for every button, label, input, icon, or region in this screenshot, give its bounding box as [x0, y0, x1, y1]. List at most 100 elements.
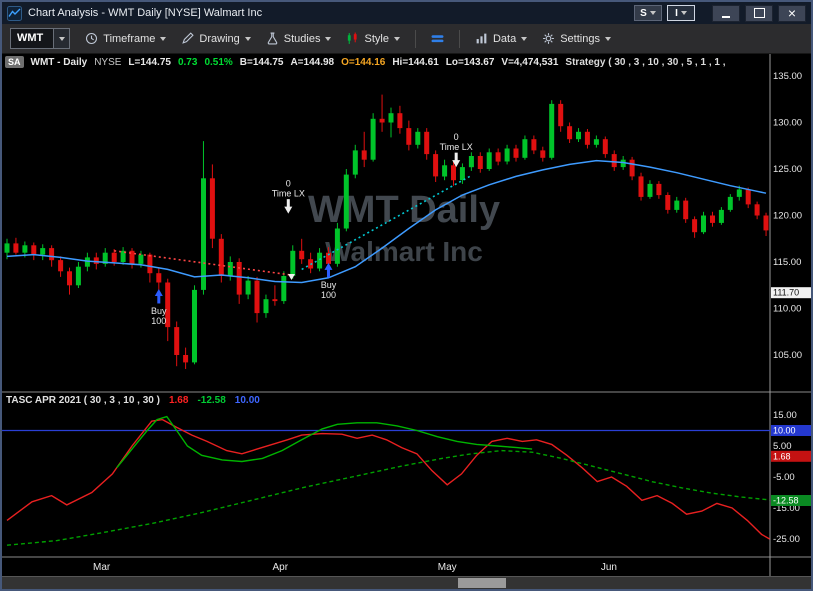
- svg-text:100: 100: [321, 290, 336, 300]
- toolbar-separator: [458, 29, 460, 48]
- svg-text:125.00: 125.00: [773, 164, 802, 175]
- titlebar[interactable]: Chart Analysis - WMT Daily [NYSE] Walmar…: [2, 2, 811, 24]
- quote-high: Hi=144.61: [392, 56, 439, 68]
- indicator-header[interactable]: TASC APR 2021 ( 30 , 3 , 10 , 30 ) 1.68 …: [6, 395, 260, 406]
- close-button[interactable]: ×: [778, 4, 806, 22]
- svg-text:Mar: Mar: [93, 562, 111, 573]
- symbol-value: WMT: [17, 32, 44, 44]
- settings-menu[interactable]: Settings: [542, 32, 611, 45]
- price-marker-tag: 111.70: [771, 287, 811, 299]
- studies-menu[interactable]: Studies: [266, 32, 332, 45]
- svg-text:May: May: [438, 562, 457, 573]
- svg-text:10.00: 10.00: [773, 426, 796, 436]
- style-label: Style: [364, 32, 389, 45]
- svg-text:105.00: 105.00: [773, 350, 802, 361]
- timeframe-menu[interactable]: Timeframe: [85, 32, 167, 45]
- buy-marker: Buy100: [321, 262, 337, 300]
- svg-text:135.00: 135.00: [773, 71, 802, 82]
- indicator-value-badges: 10.00 1.68 -12.58: [771, 425, 811, 506]
- status-s-label: S: [640, 7, 647, 19]
- quote-bar: SA WMT - Daily NYSE L=144.75 0.73 0.51% …: [5, 56, 768, 68]
- quote-exchange: NYSE: [94, 56, 122, 68]
- window-title: Chart Analysis - WMT Daily [NYSE] Walmar…: [28, 7, 263, 19]
- exit-marker: 0Time LX: [272, 179, 305, 214]
- chart-canvas[interactable]: WMT DailyWalmart IncBuy100Buy1000Time LX…: [2, 54, 811, 590]
- style-menu[interactable]: Style: [346, 32, 400, 45]
- quote-change-percent: 0.51%: [204, 56, 233, 68]
- buy-marker: Buy100: [151, 288, 167, 326]
- chevron-down-icon: [604, 36, 611, 41]
- indicator-value-2: -12.58: [197, 395, 226, 406]
- svg-text:120.00: 120.00: [773, 211, 802, 222]
- gear-icon: [542, 32, 555, 45]
- scrollbar-handle[interactable]: [458, 578, 506, 588]
- timeframe-label: Timeframe: [103, 32, 156, 45]
- clock-icon: [85, 32, 98, 45]
- svg-text:-12.58: -12.58: [773, 495, 799, 505]
- svg-text:Apr: Apr: [272, 562, 288, 573]
- svg-text:Time LX: Time LX: [272, 189, 305, 199]
- close-icon: ×: [787, 5, 797, 21]
- link-charts-button[interactable]: [431, 32, 444, 45]
- svg-text:1.68: 1.68: [773, 451, 791, 461]
- app-icon: [7, 5, 22, 21]
- chevron-down-icon: [325, 36, 332, 41]
- quote-low: Lo=143.67: [445, 56, 495, 68]
- drawing-menu[interactable]: Drawing: [181, 32, 251, 45]
- svg-text:15.00: 15.00: [773, 410, 797, 421]
- chevron-down-icon: [521, 36, 528, 41]
- quote-last: L=144.75: [128, 56, 171, 68]
- chevron-down-icon: [160, 36, 167, 41]
- svg-text:0: 0: [454, 132, 459, 142]
- data-label: Data: [492, 32, 517, 45]
- symbol-input[interactable]: WMT: [10, 28, 71, 49]
- chart-area[interactable]: SA WMT - Daily NYSE L=144.75 0.73 0.51% …: [2, 54, 811, 590]
- indicator-value-3: 10.00: [234, 395, 260, 406]
- horizontal-scrollbar[interactable]: [2, 576, 811, 589]
- titlebar-buttons: S I ×: [634, 4, 806, 22]
- toolbar-separator: [414, 29, 416, 48]
- green-dashed-line: [6, 449, 770, 546]
- maximize-button[interactable]: [745, 4, 773, 22]
- svg-text:130.00: 130.00: [773, 118, 802, 129]
- data-menu[interactable]: Data: [475, 32, 528, 45]
- studies-label: Studies: [283, 32, 321, 45]
- green-solid-line: [116, 415, 533, 469]
- status-s-button[interactable]: S: [634, 5, 662, 21]
- minimize-icon: [722, 15, 730, 18]
- svg-text:115.00: 115.00: [773, 257, 801, 268]
- price-axis: 135.00 130.00 125.00 120.00 115.00 110.00 105.…: [773, 71, 802, 545]
- chevron-down-icon: [244, 36, 251, 41]
- status-i-button[interactable]: I: [667, 5, 695, 21]
- svg-text:110.00: 110.00: [773, 304, 801, 315]
- symbol-dropdown-button[interactable]: [53, 29, 70, 48]
- toolbar: WMT Timeframe Drawing Studies Style Data…: [2, 24, 811, 54]
- minimize-button[interactable]: [712, 4, 740, 22]
- time-axis: Mar Apr May Jun: [93, 562, 617, 573]
- settings-label: Settings: [560, 32, 600, 45]
- link-bars-icon: [431, 32, 444, 45]
- svg-text:Buy: Buy: [151, 306, 167, 316]
- svg-text:Buy: Buy: [321, 280, 337, 290]
- status-i-label: I: [675, 7, 678, 19]
- chevron-down-icon: [680, 11, 687, 15]
- quote-open: O=144.16: [341, 56, 386, 68]
- chevron-down-icon: [393, 36, 400, 41]
- svg-text:-25.00: -25.00: [773, 534, 800, 545]
- chevron-down-icon: [58, 36, 65, 41]
- svg-text:111.70: 111.70: [773, 288, 799, 298]
- candlestick-icon: [346, 32, 359, 45]
- pencil-icon: [181, 32, 195, 45]
- strategy-automation-badge[interactable]: SA: [5, 56, 24, 68]
- indicator-name: TASC APR 2021 ( 30 , 3 , 10 , 30 ): [6, 395, 160, 406]
- drawing-label: Drawing: [199, 32, 240, 45]
- svg-text:Time LX: Time LX: [440, 142, 473, 152]
- svg-text:-5.00: -5.00: [773, 472, 795, 483]
- fast-red-line: [6, 418, 770, 540]
- quote-bid: B=144.75: [239, 56, 284, 68]
- quote-change: 0.73: [177, 56, 198, 68]
- maximize-icon: [753, 8, 765, 18]
- svg-text:100: 100: [151, 316, 166, 326]
- beaker-icon: [266, 32, 279, 45]
- quote-ask: A=144.98: [290, 56, 335, 68]
